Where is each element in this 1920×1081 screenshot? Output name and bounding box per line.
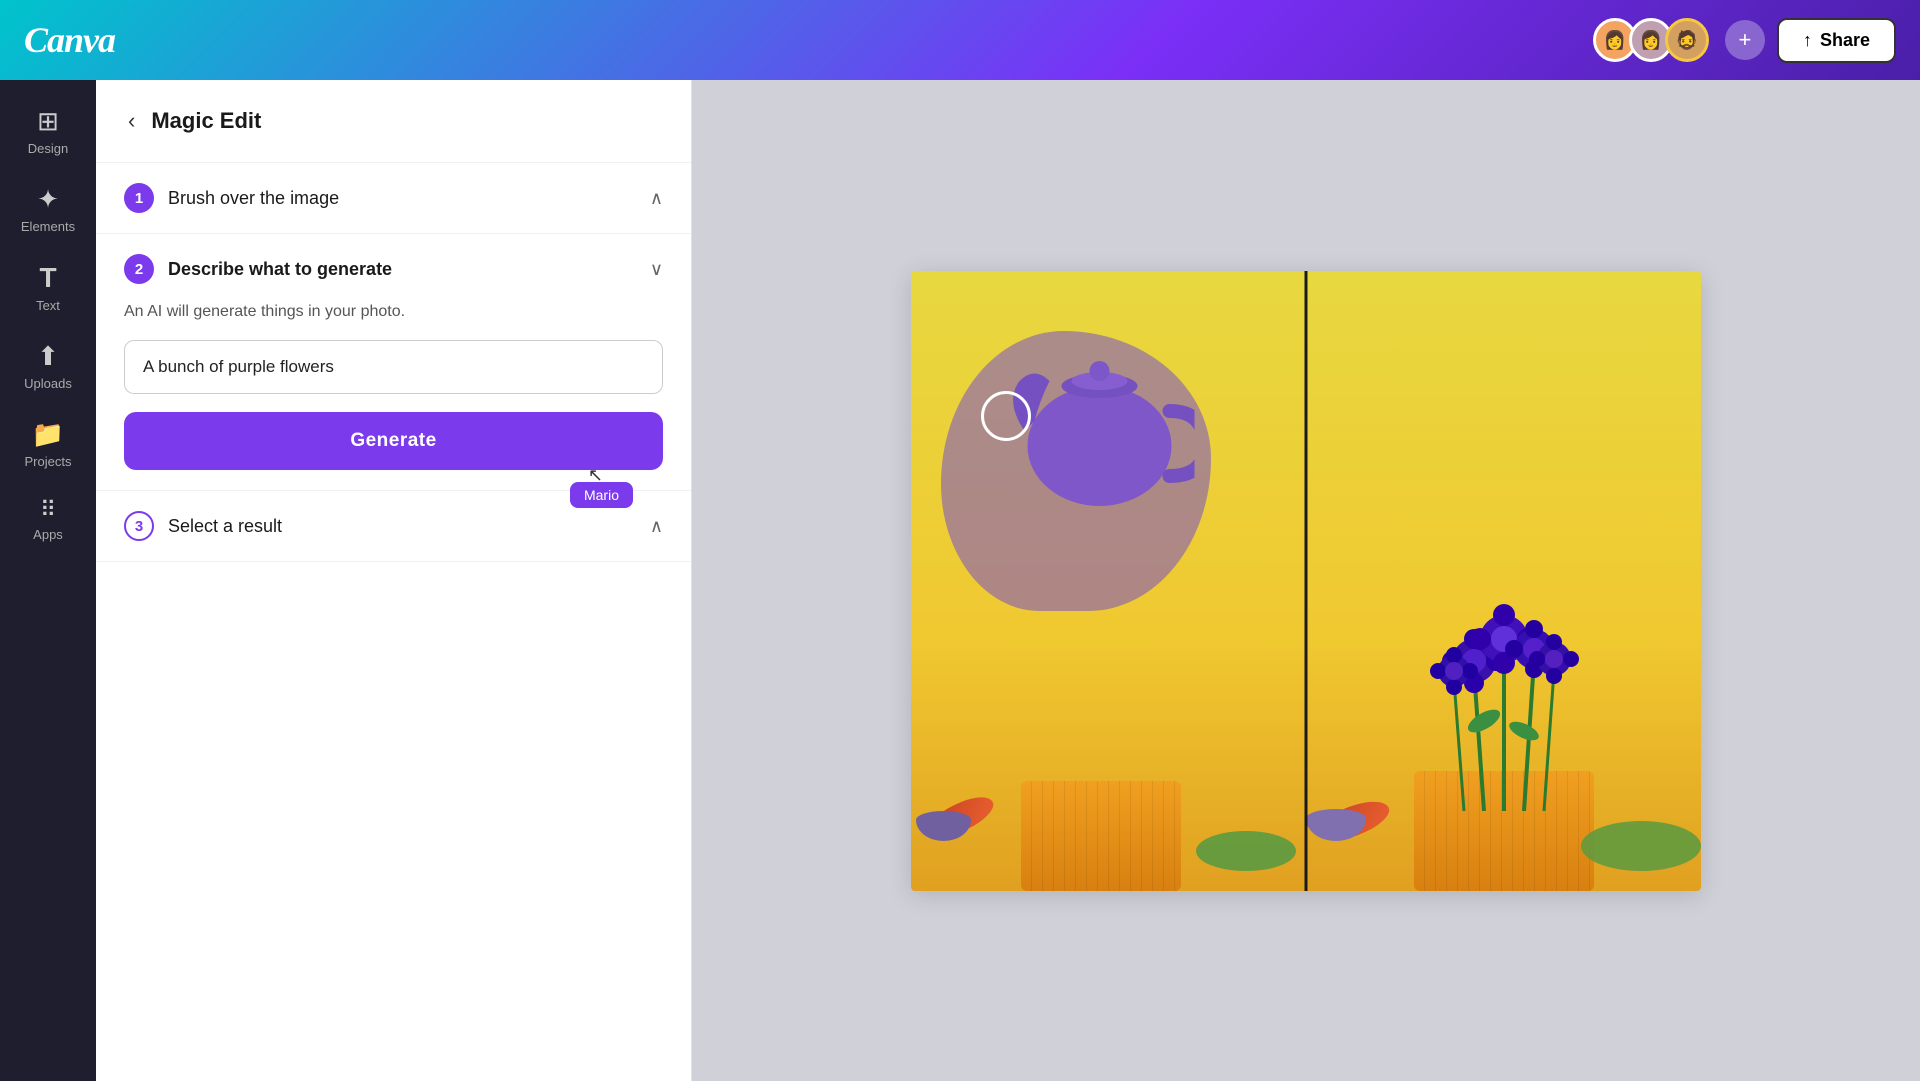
- generate-button-area: Generate ↖ Mario: [124, 412, 663, 470]
- panel-title: Magic Edit: [151, 108, 261, 134]
- step-2-description: An AI will generate things in your photo…: [124, 300, 663, 324]
- step-3-number: 3: [124, 511, 154, 541]
- projects-label: Projects: [25, 454, 72, 469]
- drum-stripes-left: [1021, 781, 1181, 891]
- step-2-content: An AI will generate things in your photo…: [124, 300, 663, 470]
- sidebar-item-text[interactable]: T Text: [8, 252, 88, 323]
- sidebar-item-elements[interactable]: ✦ Elements: [8, 174, 88, 244]
- drum-left: [1021, 781, 1181, 891]
- step-2-header[interactable]: 2 Describe what to generate ∨: [124, 254, 663, 284]
- step-2-header-left: 2 Describe what to generate: [124, 254, 392, 284]
- canvas-after: [1306, 271, 1701, 891]
- canvas-before: [911, 271, 1306, 891]
- flowers-svg: [1404, 571, 1604, 811]
- icon-nav: ⊞ Design ✦ Elements T Text ⬆ Uploads 📁 P…: [0, 80, 96, 1081]
- step-2: 2 Describe what to generate ∨ An AI will…: [96, 234, 691, 491]
- plate-right: [1581, 821, 1701, 871]
- brush-cursor: [981, 391, 1031, 441]
- canvas-area[interactable]: [692, 80, 1920, 1081]
- uploads-label: Uploads: [24, 376, 72, 391]
- magic-edit-panel: ‹ Magic Edit 1 Brush over the image ∧ 2 …: [96, 80, 692, 1081]
- main-content: ⊞ Design ✦ Elements T Text ⬆ Uploads 📁 P…: [0, 80, 1920, 1081]
- canvas-split-image: [911, 271, 1701, 891]
- brush-overlay: [941, 331, 1211, 611]
- step-1: 1 Brush over the image ∧: [96, 163, 691, 234]
- generate-button[interactable]: Generate: [124, 412, 663, 470]
- share-icon: ↑: [1803, 30, 1812, 51]
- step-1-header-left: 1 Brush over the image: [124, 183, 339, 213]
- add-collaborator-button[interactable]: +: [1725, 20, 1765, 60]
- split-divider: [1305, 271, 1308, 891]
- step-3-title: Select a result: [168, 516, 282, 537]
- panel-header: ‹ Magic Edit: [96, 80, 691, 163]
- uploads-icon: ⬆: [37, 341, 59, 372]
- share-button[interactable]: ↑ Share: [1777, 18, 1896, 63]
- elements-icon: ✦: [37, 184, 59, 215]
- step-2-number: 2: [124, 254, 154, 284]
- avatar-group: 👩 👩 🧔: [1593, 18, 1709, 62]
- step-3-header[interactable]: 3 Select a result ∧: [124, 511, 663, 541]
- sidebar-item-apps[interactable]: ⠿ Apps: [8, 487, 88, 552]
- step-2-title: Describe what to generate: [168, 259, 392, 280]
- sidebar-item-uploads[interactable]: ⬆ Uploads: [8, 331, 88, 401]
- sidebar-item-projects[interactable]: 📁 Projects: [8, 409, 88, 479]
- text-icon: T: [39, 262, 56, 294]
- apps-icon: ⠿: [40, 497, 56, 523]
- bowl-right: [1306, 809, 1366, 841]
- app-header: Canva 👩 👩 🧔 + ↑ Share: [0, 0, 1920, 80]
- design-label: Design: [28, 141, 68, 156]
- elements-label: Elements: [21, 219, 75, 234]
- step-3-header-left: 3 Select a result: [124, 511, 282, 541]
- user-tooltip: Mario: [570, 482, 633, 508]
- projects-icon: 📁: [32, 419, 64, 450]
- plate-left: [1196, 831, 1296, 871]
- step-1-title: Brush over the image: [168, 188, 339, 209]
- step-2-chevron: ∨: [650, 259, 663, 280]
- avatar-user-3: 🧔: [1665, 18, 1709, 62]
- step-3-chevron: ∧: [650, 516, 663, 537]
- back-button[interactable]: ‹: [124, 104, 139, 138]
- share-label: Share: [1820, 30, 1870, 51]
- step-1-chevron: ∧: [650, 188, 663, 209]
- design-icon: ⊞: [37, 106, 59, 137]
- bowl-small-left: [916, 811, 971, 841]
- header-right: 👩 👩 🧔 + ↑ Share: [1593, 18, 1896, 63]
- step-1-number: 1: [124, 183, 154, 213]
- canva-logo: Canva: [24, 19, 115, 61]
- step-1-header[interactable]: 1 Brush over the image ∧: [124, 183, 663, 213]
- text-label: Text: [36, 298, 60, 313]
- generate-text-input[interactable]: [124, 340, 663, 394]
- sidebar-item-design[interactable]: ⊞ Design: [8, 96, 88, 166]
- apps-label: Apps: [33, 527, 63, 542]
